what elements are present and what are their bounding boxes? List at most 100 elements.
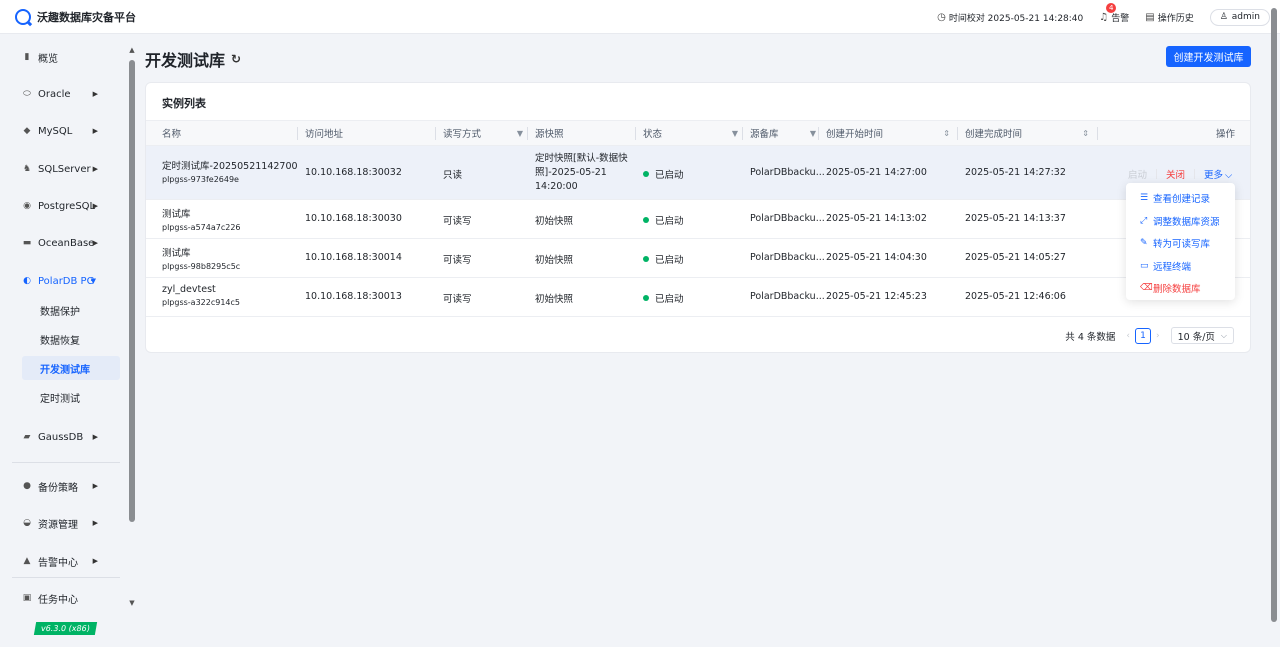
column-header-end-time: 创建完成时间 ⇕ bbox=[957, 121, 1095, 145]
sidebar-item-mysql[interactable]: ◆ MySQL ▶ bbox=[22, 121, 102, 141]
time-sync[interactable]: ◷ 时间校对 2025-05-21 14:28:40 bbox=[937, 11, 1083, 24]
column-header-label: 操作 bbox=[1215, 129, 1235, 140]
page-title: 开发测试库 ↻ bbox=[145, 47, 241, 71]
sidebar-item-sqlserver[interactable]: ♞ SQLServer ▶ bbox=[22, 159, 102, 179]
sidebar-divider bbox=[12, 577, 120, 578]
sidebar-item-alarm-center[interactable]: ▲ 告警中心 ▶ bbox=[22, 551, 102, 571]
close-button[interactable]: 关闭 bbox=[1166, 167, 1185, 181]
sidebar-item-label: MySQL bbox=[38, 125, 73, 137]
sidebar-sub-item-data-recovery[interactable]: 数据恢复 bbox=[22, 327, 120, 351]
column-header-mode: 读写方式 ▼ bbox=[435, 121, 529, 145]
menu-item-view-create-log[interactable]: ☰ 查看创建记录 bbox=[1126, 187, 1235, 210]
sidebar-item-oceanbase[interactable]: ▬ OceanBase ▶ bbox=[22, 233, 102, 253]
card-title: 实例列表 bbox=[162, 97, 206, 110]
next-page-icon[interactable]: › bbox=[1156, 331, 1160, 341]
scroll-up-arrow-icon[interactable]: ▲ bbox=[128, 46, 136, 54]
instance-id: plpgss-a574a7c226 bbox=[162, 223, 241, 232]
menu-item-convert-readwrite[interactable]: ✎ 转为可读写库 bbox=[1126, 232, 1235, 255]
sidebar-scrollbar-thumb[interactable] bbox=[129, 60, 135, 522]
status-dot-icon bbox=[643, 171, 649, 177]
sqlserver-icon: ♞ bbox=[22, 164, 32, 174]
scroll-down-arrow-icon[interactable]: ▼ bbox=[128, 599, 136, 607]
menu-item-adjust-resources[interactable]: ⤢ 调整数据库资源 bbox=[1126, 210, 1235, 233]
instance-id: plpgss-a322c914c5 bbox=[162, 298, 241, 307]
sidebar-item-label: 概览 bbox=[38, 53, 58, 65]
prev-page-icon[interactable]: ‹ bbox=[1126, 331, 1130, 341]
instance-name: 定时测试库-20250521142700 bbox=[162, 161, 298, 172]
filter-icon[interactable]: ▼ bbox=[732, 129, 738, 138]
sidebar-item-polardb-pg[interactable]: ◐ PolarDB PG ▼ bbox=[22, 271, 102, 291]
history-button[interactable]: ▤ 操作历史 bbox=[1145, 11, 1193, 24]
sidebar-item-gaussdb[interactable]: ▰ GaussDB ▶ bbox=[22, 427, 102, 447]
cell-mode: 可读写 bbox=[443, 255, 472, 266]
create-dev-test-db-button[interactable]: 创建开发测试库 bbox=[1166, 46, 1251, 67]
cell-status: 已启动 bbox=[643, 213, 684, 227]
sidebar-item-resource-management[interactable]: ◒ 资源管理 ▶ bbox=[22, 513, 102, 533]
column-header-label: 创建开始时间 bbox=[826, 129, 884, 140]
sort-icon[interactable]: ⇕ bbox=[1082, 129, 1089, 138]
sidebar-divider bbox=[12, 462, 120, 463]
clock-icon: ◷ bbox=[937, 11, 946, 23]
column-separator bbox=[297, 127, 298, 140]
sidebar-sub-item-dev-test-db[interactable]: 开发测试库 bbox=[22, 356, 120, 380]
task-icon: ▣ bbox=[22, 593, 32, 603]
sidebar-sub-item-data-protection[interactable]: 数据保护 bbox=[22, 298, 120, 322]
bar-chart-icon: ▮ bbox=[24, 52, 30, 62]
monitor-icon: ▭ bbox=[1140, 260, 1149, 271]
table-row[interactable]: 测试库 plpgss-98b8295c5c 10.10.168.18:30014… bbox=[146, 239, 1250, 278]
page-size-select[interactable]: 10 条/页 ⌵ bbox=[1170, 327, 1234, 344]
user-menu[interactable]: ♙ admin bbox=[1209, 8, 1270, 26]
sidebar-item-postgresql[interactable]: ◉ PostgreSQL ▶ bbox=[22, 196, 102, 216]
app-title: 沃趣数据库灾备平台 bbox=[37, 10, 136, 24]
sidebar-item-backup-policy[interactable]: ● 备份策略 ▶ bbox=[22, 476, 102, 496]
alarm-button[interactable]: ♫ 4 告警 bbox=[1099, 2, 1129, 24]
sort-icon[interactable]: ⇕ bbox=[943, 129, 950, 138]
sidebar-item-label: SQLServer bbox=[38, 163, 91, 175]
filter-icon[interactable]: ▼ bbox=[810, 129, 816, 138]
cell-address: 10.10.168.18:30032 bbox=[305, 167, 402, 178]
menu-item-label: 转为可读写库 bbox=[1153, 239, 1211, 251]
column-separator bbox=[957, 127, 958, 140]
resize-icon: ⤢ bbox=[1140, 215, 1148, 226]
status-text: 已启动 bbox=[655, 170, 684, 181]
page-number-button[interactable]: 1 bbox=[1135, 327, 1151, 344]
more-button[interactable]: 更多 ⌵ bbox=[1204, 167, 1232, 181]
status-text: 已启动 bbox=[655, 255, 684, 266]
menu-item-remote-terminal[interactable]: ▭ 远程终端 bbox=[1126, 255, 1235, 278]
page-scrollbar-thumb[interactable] bbox=[1271, 8, 1277, 622]
column-separator bbox=[527, 127, 528, 140]
sidebar-sub-item-scheduled-test[interactable]: 定时测试 bbox=[22, 385, 120, 409]
filter-icon[interactable]: ▼ bbox=[517, 129, 523, 138]
brand[interactable]: 沃趣数据库灾备平台 bbox=[15, 8, 136, 25]
chevron-right-icon: ▶ bbox=[92, 557, 98, 565]
sidebar-item-task-center[interactable]: ▣ 任务中心 bbox=[22, 588, 102, 608]
alarm-badge: 4 bbox=[1106, 2, 1117, 13]
table-row[interactable]: 定时测试库-20250521142700 plpgss-973fe2649e 1… bbox=[146, 146, 1250, 200]
refresh-icon[interactable]: ↻ bbox=[231, 52, 241, 66]
sidebar-item-overview[interactable]: ▮ 概览 bbox=[22, 47, 102, 67]
cell-start-time: 2025-05-21 14:27:00 bbox=[826, 167, 927, 178]
menu-item-delete-database[interactable]: ⌫ 删除数据库 bbox=[1126, 277, 1235, 300]
table-header: 名称 访问地址 读写方式 ▼ 源快照 状态 ▼ 源备库 ▼ 创建开始时间 ⇕ 创建完成时… bbox=[146, 120, 1250, 146]
chevron-right-icon: ▶ bbox=[92, 433, 98, 441]
chevron-right-icon: ▶ bbox=[92, 482, 98, 490]
start-button[interactable]: 启动 bbox=[1128, 167, 1147, 181]
pagination: 共 4 条数据 ‹ 1 › 10 条/页 ⌵ bbox=[1065, 327, 1234, 344]
table-row[interactable]: 测试库 plpgss-a574a7c226 10.10.168.18:30030… bbox=[146, 200, 1250, 239]
cell-start-time: 2025-05-21 14:13:02 bbox=[826, 213, 927, 224]
action-separator bbox=[1156, 169, 1158, 179]
column-header-snapshot: 源快照 bbox=[527, 121, 635, 145]
cell-mode: 可读写 bbox=[443, 216, 472, 227]
trash-icon: ⌫ bbox=[1140, 283, 1153, 294]
sidebar-item-oracle[interactable]: ⬭ Oracle ▶ bbox=[22, 84, 102, 104]
cell-source: PolarDBbacku... bbox=[750, 252, 825, 263]
cell-status: 已启动 bbox=[643, 291, 684, 305]
status-dot-icon bbox=[643, 295, 649, 301]
oracle-icon: ⬭ bbox=[23, 89, 31, 99]
menu-item-label: 查看创建记录 bbox=[1153, 194, 1211, 206]
table-row[interactable]: zyl_devtest plpgss-a322c914c5 10.10.168.… bbox=[146, 278, 1250, 317]
column-header-label: 源备库 bbox=[750, 129, 779, 140]
gaussdb-icon: ▰ bbox=[23, 432, 31, 442]
sidebar-sub-item-label: 定时测试 bbox=[40, 393, 80, 405]
more-label: 更多 bbox=[1204, 170, 1224, 181]
